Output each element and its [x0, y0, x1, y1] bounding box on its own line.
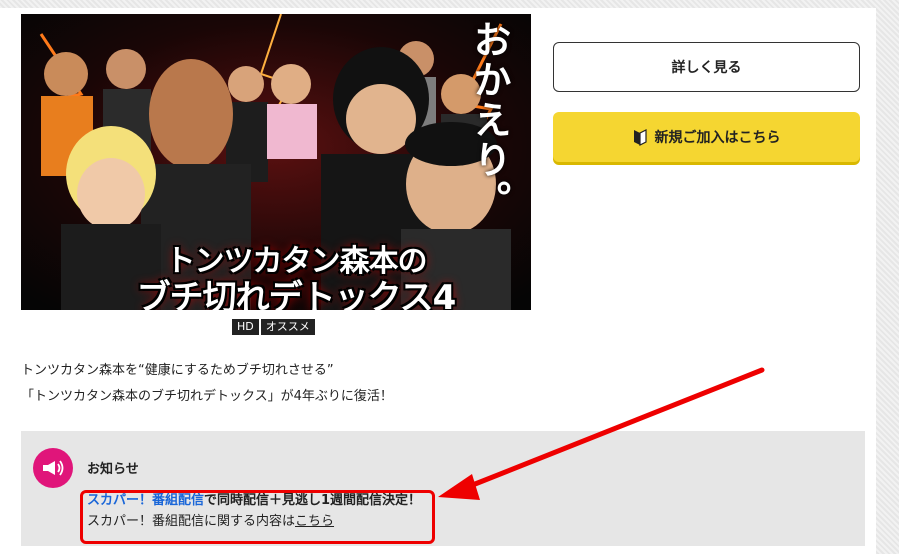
hero-vertical-text: おかえり。 [467, 20, 512, 220]
hero-title-line2: ブチ切れデトックス4 [136, 278, 457, 310]
detail-button[interactable]: 詳しく見る [553, 42, 860, 92]
recommend-badge: オススメ [260, 319, 315, 335]
hd-badge: HD [232, 319, 259, 335]
badge-group: HD オススメ [232, 319, 315, 335]
program-description: トンツカタン森本を“健康にするためブチ切れさせる” 「トンツカタン森本のブチ切れ… [21, 358, 393, 410]
description-line2: 「トンツカタン森本のブチ切れデトックス」が4年ぶりに復活！ [21, 389, 393, 404]
detail-button-label: 詳しく見る [671, 60, 742, 76]
join-button-label: 新規ご加入はこちら [654, 130, 781, 146]
notice-title: お知らせ [87, 462, 139, 477]
beginner-mark-icon [633, 128, 647, 146]
description-line1: トンツカタン森本を“健康にするためブチ切れさせる” [21, 363, 334, 378]
join-button[interactable]: 新規ご加入はこちら [553, 112, 860, 162]
megaphone-icon [33, 448, 73, 488]
program-hero-image[interactable]: トンツカタン森本の ブチ切れデトックス4 おかえり。 [21, 14, 531, 310]
annotation-highlight-box [80, 490, 435, 544]
